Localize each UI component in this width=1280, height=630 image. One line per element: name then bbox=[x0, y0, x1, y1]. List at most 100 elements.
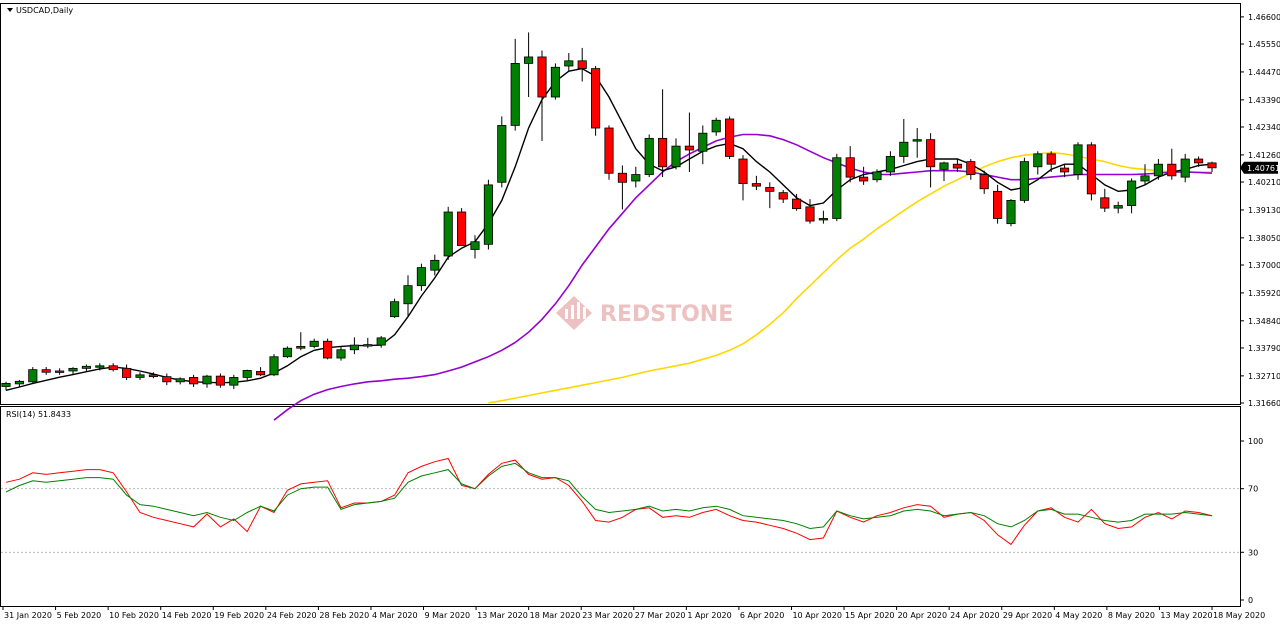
candle-body bbox=[1006, 199, 1016, 225]
candle-body bbox=[805, 206, 815, 222]
price-tick-label: 1.45550 bbox=[1248, 40, 1280, 49]
candle-body bbox=[872, 171, 882, 181]
candle-body bbox=[68, 367, 78, 372]
candle-body bbox=[671, 145, 681, 168]
chart-title: USDCAD,Daily bbox=[7, 6, 73, 15]
date-tick-label: 23 Mar 2020 bbox=[582, 611, 633, 620]
candle-body bbox=[202, 375, 212, 385]
date-tick-label: 8 May 2020 bbox=[1108, 611, 1155, 620]
candle-body bbox=[1033, 153, 1043, 168]
candle-body bbox=[135, 374, 145, 378]
date-tick-label: 24 Feb 2020 bbox=[267, 611, 317, 620]
candle-body bbox=[1, 382, 11, 387]
candle-body bbox=[725, 118, 735, 157]
candle-body bbox=[269, 356, 279, 376]
candle-body bbox=[537, 56, 547, 98]
candle-body bbox=[28, 369, 38, 383]
date-tick-label: 27 Mar 2020 bbox=[635, 611, 686, 620]
candle-body bbox=[591, 68, 601, 129]
candle-body bbox=[979, 174, 989, 190]
candle-body bbox=[229, 377, 239, 386]
candle-body bbox=[148, 374, 158, 378]
price-tick-label: 1.34840 bbox=[1248, 317, 1280, 326]
candle-body bbox=[564, 60, 574, 67]
candle-body bbox=[416, 267, 426, 287]
candle-body bbox=[818, 218, 828, 221]
candle-body bbox=[483, 184, 493, 245]
date-tick-label: 31 Jan 2020 bbox=[4, 611, 52, 620]
candle-body bbox=[430, 259, 440, 271]
candle-body bbox=[832, 157, 842, 219]
date-tick-label: 6 Apr 2020 bbox=[740, 611, 784, 620]
bull-candle bbox=[483, 179, 493, 250]
candle-body bbox=[336, 349, 346, 359]
date-tick-label: 9 Mar 2020 bbox=[425, 611, 471, 620]
current-price-text: 1.40761 bbox=[1247, 164, 1280, 173]
bear-candle bbox=[1086, 142, 1096, 201]
date-tick-label: 13 Mar 2020 bbox=[477, 611, 528, 620]
price-tick-label: 1.46600 bbox=[1248, 13, 1280, 22]
candle-body bbox=[363, 344, 373, 347]
date-tick-label: 19 Feb 2020 bbox=[214, 611, 264, 620]
candle-body bbox=[1180, 158, 1190, 178]
candle-body bbox=[1073, 144, 1083, 175]
chart-title-text: USDCAD,Daily bbox=[16, 6, 73, 15]
candle-body bbox=[470, 241, 480, 250]
date-tick-label: 10 Apr 2020 bbox=[792, 611, 841, 620]
price-tick-label: 1.40210 bbox=[1248, 178, 1280, 187]
candle-body bbox=[296, 346, 306, 349]
rsi-tick-label: 70 bbox=[1248, 485, 1258, 494]
candle-body bbox=[738, 158, 748, 184]
price-tick-label: 1.44470 bbox=[1248, 68, 1280, 77]
candle-body bbox=[658, 137, 668, 168]
price-chart-svg[interactable]: REDSTONE 1.46600 1.45550 1.44470 1.43390 1.4… bbox=[0, 0, 1280, 625]
date-tick-label: 18 May 2020 bbox=[1213, 611, 1265, 620]
date-tick-label: 14 Feb 2020 bbox=[162, 611, 212, 620]
candle-body bbox=[631, 174, 641, 182]
bull-candle bbox=[644, 134, 654, 178]
candle-body bbox=[1207, 162, 1217, 169]
candle-body bbox=[939, 162, 949, 170]
price-tick-label: 1.38050 bbox=[1248, 234, 1280, 243]
candle-body bbox=[108, 365, 118, 371]
candle-body bbox=[859, 176, 869, 182]
candle-body bbox=[256, 371, 266, 376]
candle-body bbox=[952, 163, 962, 169]
candle-body bbox=[993, 190, 1003, 219]
candle-body bbox=[95, 365, 105, 368]
candle-body bbox=[926, 139, 936, 168]
price-tick-label: 1.41260 bbox=[1248, 151, 1280, 160]
bull-candle bbox=[550, 63, 560, 100]
date-tick-label: 20 Apr 2020 bbox=[898, 611, 947, 620]
bear-candle bbox=[725, 116, 735, 160]
candle-body bbox=[1113, 205, 1123, 209]
price-tick-label: 1.37000 bbox=[1248, 261, 1280, 270]
bull-candle bbox=[1019, 157, 1029, 203]
bull-candle bbox=[443, 206, 453, 260]
candle-body bbox=[189, 377, 199, 385]
candle-body bbox=[845, 157, 855, 178]
bull-candle bbox=[269, 354, 279, 377]
candle-body bbox=[778, 192, 788, 200]
candle-body bbox=[912, 139, 922, 142]
candle-body bbox=[122, 367, 132, 378]
candle-body bbox=[885, 156, 895, 173]
candle-body bbox=[1100, 197, 1110, 209]
price-tick-label: 1.33790 bbox=[1248, 344, 1280, 353]
bear-candle bbox=[323, 338, 333, 360]
candle-body bbox=[309, 340, 319, 347]
main-panel bbox=[0, 3, 1241, 405]
date-tick-label: 4 Mar 2020 bbox=[372, 611, 418, 620]
current-price-tag: 1.40761 bbox=[1240, 161, 1280, 174]
candle-body bbox=[55, 370, 65, 373]
candle-body bbox=[604, 127, 614, 174]
price-tick-label: 1.32710 bbox=[1248, 372, 1280, 381]
candle-body bbox=[1127, 180, 1137, 206]
bull-candle bbox=[28, 367, 38, 384]
candle-body bbox=[1167, 163, 1177, 177]
candle-body bbox=[751, 183, 761, 187]
candle-body bbox=[14, 380, 24, 385]
bear-candle bbox=[604, 125, 614, 180]
candle-body bbox=[711, 119, 721, 133]
rsi-label: RSI(14) 51.8433 bbox=[6, 410, 71, 419]
